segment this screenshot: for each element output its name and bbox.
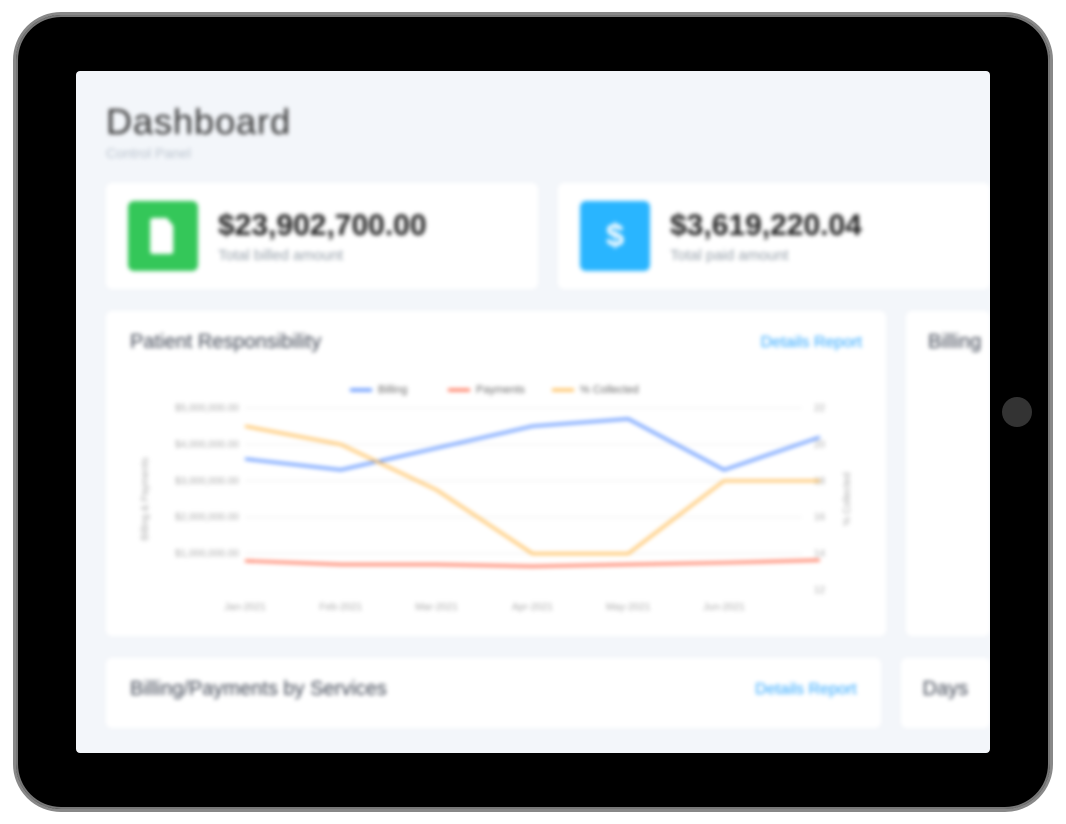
svg-text:$5,000,000.00: $5,000,000.00: [175, 403, 239, 414]
svg-text:12: 12: [814, 585, 826, 596]
tablet-frame: Dashboard Control Panel $23,902,700.00 T…: [13, 12, 1053, 812]
dollar-icon: $: [580, 201, 650, 271]
svg-text:% Collected: % Collected: [842, 472, 853, 525]
card-days-cutoff: Days: [901, 658, 990, 728]
svg-text:20: 20: [814, 439, 826, 450]
page-title: Dashboard: [106, 101, 990, 143]
svg-text:Mar-2021: Mar-2021: [415, 602, 458, 613]
svg-text:% Collected: % Collected: [580, 384, 639, 396]
tablet-home-button[interactable]: [1002, 397, 1032, 427]
svg-text:$: $: [606, 217, 624, 253]
charts-row-1: Patient Responsibility Details Report $1…: [106, 311, 990, 636]
card-billing-services: Billing/Payments by Services Details Rep…: [106, 658, 881, 728]
svg-text:$4,000,000.00: $4,000,000.00: [175, 439, 239, 450]
svg-text:May-2021: May-2021: [606, 602, 651, 613]
card-title: Days: [923, 678, 990, 701]
stat-total-billed: $23,902,700.00 Total billed amount: [106, 183, 538, 289]
svg-text:Payments: Payments: [476, 384, 525, 396]
page-subtitle: Control Panel: [106, 145, 990, 161]
svg-text:$3,000,000.00: $3,000,000.00: [175, 476, 239, 487]
card-billing-cutoff: Billing: [906, 311, 990, 636]
stats-row: $23,902,700.00 Total billed amount $ $3,…: [106, 183, 990, 289]
svg-text:Jun-2021: Jun-2021: [703, 602, 745, 613]
svg-text:$1,000,000.00: $1,000,000.00: [175, 549, 239, 560]
file-icon: [128, 201, 198, 271]
card-title: Billing: [928, 331, 990, 354]
svg-text:$2,000,000.00: $2,000,000.00: [175, 512, 239, 523]
svg-text:14: 14: [814, 549, 826, 560]
line-chart: $1,000,000.00 $2,000,000.00 $3,000,000.00 $…: [130, 372, 862, 622]
svg-text:Feb-2021: Feb-2021: [319, 602, 362, 613]
card-title: Patient Responsibility: [130, 331, 321, 354]
stat-label: Total billed amount: [218, 247, 427, 264]
stat-label: Total paid amount: [670, 247, 862, 264]
svg-text:Apr-2021: Apr-2021: [512, 602, 554, 613]
card-patient-responsibility: Patient Responsibility Details Report $1…: [106, 311, 886, 636]
stat-value: $23,902,700.00: [218, 209, 427, 243]
svg-text:Billing & Payments: Billing & Payments: [140, 457, 151, 540]
svg-text:22: 22: [814, 403, 826, 414]
stat-total-paid: $ $3,619,220.04 Total paid amount: [558, 183, 990, 289]
app: Dashboard Control Panel $23,902,700.00 T…: [76, 71, 990, 753]
charts-row-2: Billing/Payments by Services Details Rep…: [106, 658, 990, 728]
svg-text:16: 16: [814, 512, 826, 523]
card-title: Billing/Payments by Services: [130, 678, 387, 701]
details-report-link[interactable]: Details Report: [755, 681, 856, 699]
svg-text:Jan-2021: Jan-2021: [224, 602, 266, 613]
screen: Dashboard Control Panel $23,902,700.00 T…: [76, 71, 990, 753]
details-report-link[interactable]: Details Report: [761, 334, 862, 352]
stat-value: $3,619,220.04: [670, 209, 862, 243]
svg-text:Billing: Billing: [378, 384, 407, 396]
